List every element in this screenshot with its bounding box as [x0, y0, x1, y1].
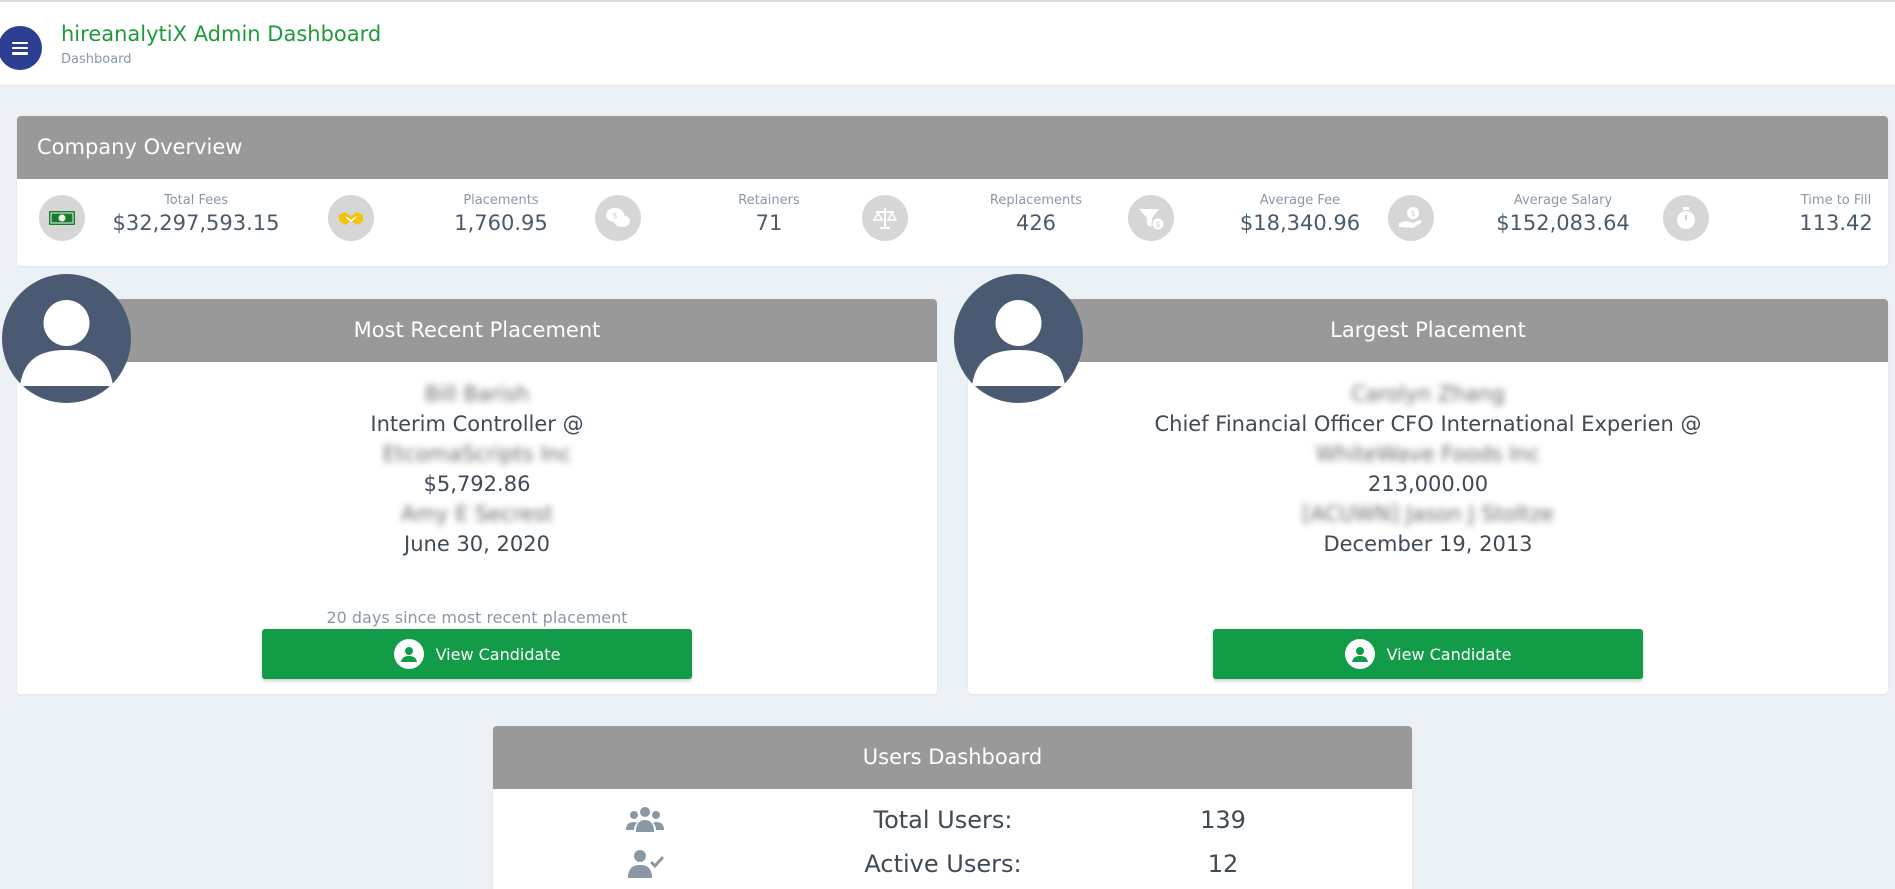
stat-retainers: Retainers 71 [674, 193, 864, 235]
funnel-dollar-icon: $ [1128, 195, 1174, 241]
svg-text:$: $ [1410, 209, 1415, 218]
largest-placement-avatar [954, 274, 1083, 403]
stat-label: Total Fees [163, 193, 229, 208]
svg-text:$: $ [1155, 220, 1160, 229]
stat-label: Average Fee [1259, 193, 1341, 208]
users-group-icon [626, 807, 664, 832]
candidate-name: Carolyn Zhang [1350, 382, 1505, 406]
stat-average-fee: Average Fee $18,340.96 [1205, 193, 1395, 235]
placement-details: Bill Barish Interim Controller @ EtcomaS… [17, 362, 937, 559]
candidate-name: Bill Barish [424, 382, 530, 406]
stat-value: $18,340.96 [1239, 211, 1361, 235]
stat-value: 113.42 [1799, 211, 1873, 235]
app-title: hireanalytiX Admin Dashboard [61, 22, 382, 46]
users-dashboard-card: Users Dashboard Total Users: 139 Active … [493, 726, 1412, 889]
stat-average-salary: Average Salary $152,083.64 [1468, 193, 1658, 235]
stat-placements: Placements 1,760.95 [406, 193, 596, 235]
recruiter-name: [ACUWN] Jason J Stoltze [1302, 502, 1554, 526]
placement-amount: 213,000.00 [1367, 472, 1489, 496]
stat-value: $32,297,593.15 [112, 211, 280, 235]
company-name: WhiteWave Foods Inc [1315, 442, 1541, 466]
hamburger-menu-button[interactable] [0, 26, 42, 70]
largest-placement-card: Largest Placement Carolyn Zhang Chief Fi… [968, 299, 1888, 694]
user-silhouette-icon [20, 300, 113, 386]
total-users-value: 139 [1200, 806, 1246, 834]
company-overview-card: Company Overview Total Fees $32,297,593.… [17, 116, 1888, 266]
company-overview-title: Company Overview [17, 116, 1888, 179]
active-users-label: Active Users: [864, 850, 1022, 878]
total-users-label: Total Users: [873, 806, 1013, 834]
overview-stats: Total Fees $32,297,593.15 Placements 1,7… [17, 179, 1888, 266]
hand-dollar-icon: $ [1388, 195, 1434, 241]
breadcrumb: Dashboard [61, 52, 132, 67]
hamburger-menu-icon [12, 41, 28, 55]
largest-placement-title: Largest Placement [968, 299, 1888, 362]
active-users-value: 12 [1207, 850, 1239, 878]
stat-label: Retainers [738, 193, 800, 208]
job-position: Interim Controller @ [370, 412, 584, 436]
stat-value: 71 [755, 211, 783, 235]
placement-date: June 30, 2020 [404, 532, 550, 556]
stat-replacements: Replacements 426 [941, 193, 1131, 235]
stat-value: $152,083.64 [1496, 211, 1630, 235]
handshake-icon [328, 195, 374, 241]
top-header: hireanalytiX Admin Dashboard Dashboard [0, 0, 1895, 86]
chat-dollar-icon: $ [595, 195, 641, 241]
job-position: Chief Financial Officer CFO Internationa… [1154, 412, 1702, 436]
stat-label: Time to Fill [1800, 193, 1872, 208]
placement-details: Carolyn Zhang Chief Financial Officer CF… [968, 362, 1888, 559]
view-candidate-label: View Candidate [435, 644, 561, 664]
company-name: EtcomaScripts Inc [382, 442, 572, 466]
users-dashboard-title: Users Dashboard [493, 726, 1412, 789]
user-check-icon [628, 850, 665, 878]
stat-value: 426 [1015, 211, 1057, 235]
user-silhouette-icon [972, 300, 1065, 386]
stopwatch-icon [1663, 195, 1709, 241]
days-since-text: 20 days since most recent placement [326, 608, 628, 627]
balance-scale-icon [862, 195, 908, 241]
total-users-row: Total Users: 139 [493, 800, 1412, 840]
stat-label: Average Salary [1513, 193, 1613, 208]
recruiter-name: Amy E Secrest [401, 502, 553, 526]
most-recent-placement-card: Most Recent Placement Bill Barish Interi… [17, 299, 937, 694]
stat-value: 1,760.95 [454, 211, 548, 235]
view-candidate-button[interactable]: View Candidate [262, 629, 692, 679]
recent-placement-avatar [2, 274, 131, 403]
view-candidate-button[interactable]: View Candidate [1213, 629, 1643, 679]
user-circle-icon [393, 639, 424, 669]
stat-label: Replacements [989, 193, 1083, 208]
stat-label: Placements [463, 193, 539, 208]
active-users-row: Active Users: 12 [493, 844, 1412, 884]
most-recent-placement-title: Most Recent Placement [17, 299, 937, 362]
user-circle-icon [1344, 639, 1375, 669]
cash-icon [39, 195, 85, 241]
placement-amount: $5,792.86 [423, 472, 531, 496]
stat-total-fees: Total Fees $32,297,593.15 [101, 193, 291, 235]
stat-time-to-fill: Time to Fill 113.42 [1741, 193, 1895, 235]
placement-date: December 19, 2013 [1323, 532, 1533, 556]
svg-text:$: $ [612, 211, 617, 220]
view-candidate-label: View Candidate [1386, 644, 1512, 664]
